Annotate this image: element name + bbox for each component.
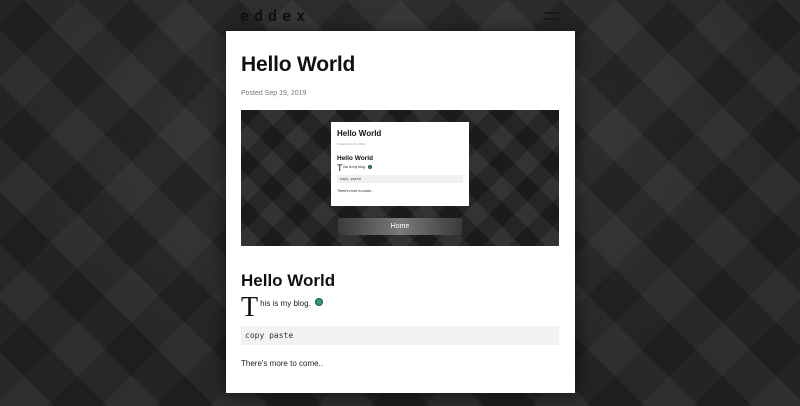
paragraph-text: his is my blog. [260, 299, 311, 308]
screenshot-dropcap: T [337, 163, 343, 173]
code-block[interactable]: copy paste [241, 326, 559, 345]
screenshot-text: his is my blog. [343, 165, 366, 169]
post-date: Posted Sep 19, 2019 [241, 90, 307, 97]
site-logo[interactable]: eddex [240, 7, 310, 25]
screenshot-home-button: Home [338, 218, 462, 235]
post-screenshot-image: Hello World Posted Sep 19, 2019 Hello Wo… [241, 110, 559, 246]
menu-line [544, 18, 560, 20]
screenshot-heading: Hello World [337, 155, 373, 162]
post-title: Hello World [241, 53, 356, 76]
green-circle-icon [314, 298, 323, 306]
screenshot-card: Hello World Posted Sep 19, 2019 Hello Wo… [331, 122, 469, 206]
closing-text: There's more to come.. [241, 359, 323, 368]
screenshot-more: There's more to come.. [337, 189, 373, 193]
dropcap: T [241, 292, 259, 323]
post-card: Hello World Posted Sep 19, 2019 Hello Wo… [226, 31, 575, 393]
screenshot-paragraph: T his is my blog. [337, 163, 463, 173]
top-bar: eddex [240, 6, 560, 26]
green-circle-icon [367, 165, 372, 169]
screenshot-code: copy paste [337, 175, 463, 183]
hamburger-menu-icon[interactable] [544, 12, 560, 20]
menu-line [544, 12, 560, 14]
content-heading: Hello World [241, 271, 336, 290]
content-paragraph: T his is my blog. [241, 292, 559, 323]
screenshot-date: Posted Sep 19, 2019 [337, 142, 366, 146]
screenshot-title: Hello World [337, 129, 382, 138]
